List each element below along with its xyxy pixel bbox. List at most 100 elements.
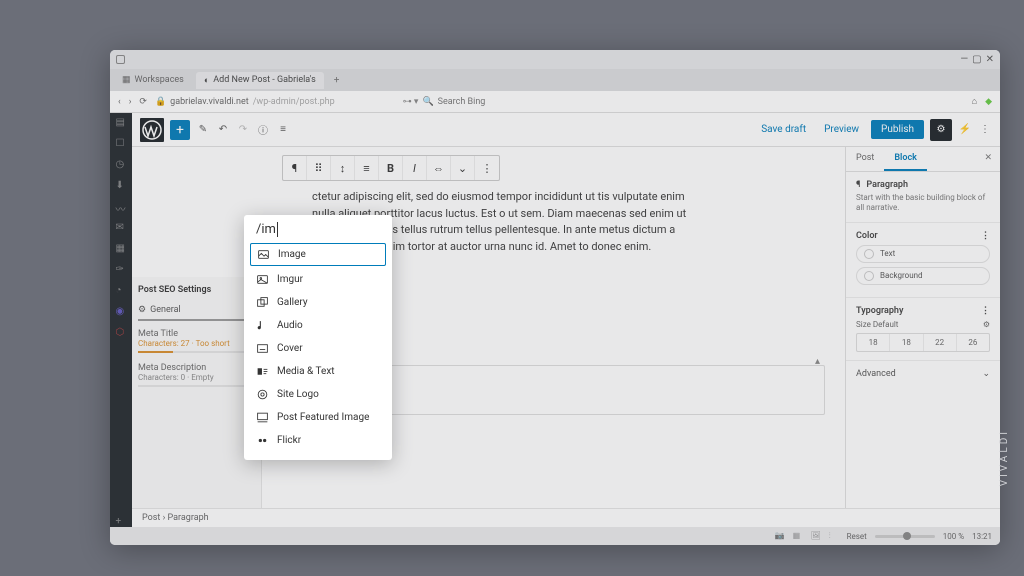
save-draft-button[interactable]: Save draft (755, 124, 812, 135)
move-icon[interactable]: ↕ (331, 156, 355, 180)
tab-active[interactable]: ◐ Add New Post - Gabriela's (196, 72, 324, 89)
browser-status-bar: 📷 ▦ 🖼 ⫶ Reset 100 % 13:21 (110, 527, 1000, 545)
camera-icon[interactable]: 📷 (775, 531, 785, 541)
option-media-text[interactable]: Media & Text (244, 360, 392, 383)
option-audio[interactable]: Audio (244, 314, 392, 337)
typo-options-icon[interactable]: ⋮ (981, 306, 990, 316)
chat-icon[interactable]: ◉ (116, 306, 127, 317)
gallery-icon (256, 296, 269, 309)
image-toggle-icon[interactable]: 🖼 (811, 531, 821, 541)
background-color-button[interactable]: Background (856, 267, 990, 285)
size-settings-icon[interactable]: ⚙ (983, 320, 990, 329)
tile-icon[interactable]: ▦ (793, 531, 803, 541)
home-icon[interactable]: ⌂ (972, 96, 977, 107)
slash-command-input[interactable]: /im (244, 222, 392, 241)
calendar-icon[interactable]: ▦ (116, 243, 127, 254)
window-minimize-icon[interactable]: — (960, 54, 968, 65)
feed-icon[interactable]: ✑ (116, 264, 127, 275)
text-color-button[interactable]: Text (856, 245, 990, 263)
option-imgur[interactable]: Imgur (244, 268, 392, 291)
shield-icon[interactable]: ⬡ (116, 327, 127, 338)
zoom-level: 100 % (943, 532, 964, 541)
preview-button[interactable]: Preview (818, 124, 865, 135)
block-inserter-popup: /im Image Imgur Gallery Audio Cover Medi… (244, 215, 392, 460)
add-block-button[interactable]: + (170, 120, 190, 140)
filter-icon[interactable]: ⫶ (829, 531, 839, 541)
more-formatting-icon[interactable]: ⌄ (451, 156, 475, 180)
zoom-slider[interactable] (875, 535, 935, 538)
imgur-icon (256, 273, 269, 286)
option-cover[interactable]: Cover (244, 337, 392, 360)
seo-panel: Post SEO Settings ⚙ General ‹ Meta Title… (132, 277, 262, 508)
settings-icon[interactable]: ⚙ (930, 119, 952, 141)
mail-icon[interactable]: ✉ (116, 222, 127, 233)
block-options-icon[interactable]: ⋮ (475, 156, 499, 180)
option-flickr[interactable]: Flickr (244, 429, 392, 452)
more-icon[interactable]: ⋮ (978, 123, 992, 137)
clock-icon[interactable]: ◷ (116, 159, 127, 170)
tab-post[interactable]: Post (846, 147, 884, 171)
vivaldi-menu-icon[interactable] (116, 55, 125, 64)
redo-icon[interactable]: ↷ (236, 123, 250, 137)
outline-icon[interactable]: ≡ (276, 123, 290, 137)
breadcrumb[interactable]: Post › Paragraph (132, 508, 1000, 527)
featured-image-icon (256, 411, 269, 424)
add-panel-icon[interactable]: + (116, 516, 127, 527)
vivaldi-watermark: VIVALDI (999, 429, 1010, 486)
wp-logo-icon[interactable] (140, 118, 164, 142)
reset-zoom[interactable]: Reset (847, 532, 867, 541)
font-size-presets[interactable]: 18 18 22 26 (856, 333, 990, 352)
tab-workspaces[interactable]: ▦ Workspaces (114, 72, 192, 88)
flickr-icon (256, 434, 269, 447)
block-toolbar: ¶ ⠿ ↕ ≡ B I ⇔ ⌄ ⋮ (282, 155, 500, 181)
option-featured-image[interactable]: Post Featured Image (244, 406, 392, 429)
window-titlebar: — ▢ ✕ (110, 50, 1000, 69)
seo-tab-general[interactable]: ⚙ General ‹ (138, 301, 255, 321)
download-icon[interactable]: ⬇ (116, 180, 127, 191)
address-bar: ‹ › ⟳ 🔒 gabrielav.vivaldi.net/wp-admin/p… (110, 91, 1000, 113)
option-image[interactable]: Image (250, 243, 386, 266)
color-options-icon[interactable]: ⋮ (981, 231, 990, 241)
clock: 13:21 (972, 532, 992, 541)
advanced-section[interactable]: Advanced⌄ (846, 361, 1000, 387)
image-icon (257, 248, 270, 261)
block-name: ¶ Paragraph (856, 180, 990, 190)
undo-icon[interactable]: ↶ (216, 123, 230, 137)
new-tab-button[interactable]: + (328, 75, 346, 86)
publish-button[interactable]: Publish (871, 120, 924, 139)
italic-button[interactable]: I (403, 156, 427, 180)
jetpack-icon[interactable]: ⚡ (958, 123, 972, 137)
site-logo-icon (256, 388, 269, 401)
meta-desc-label: Meta Description (138, 363, 255, 373)
tab-block[interactable]: Block (884, 147, 927, 171)
search-input[interactable] (438, 97, 964, 107)
search-engine-icon[interactable]: 🔍 (422, 97, 433, 107)
panel-icon[interactable]: ▤ (116, 117, 127, 128)
collapse-icon[interactable]: ▴ (815, 356, 820, 367)
url-display[interactable]: 🔒 gabrielav.vivaldi.net/wp-admin/post.ph… (155, 97, 335, 107)
close-sidebar-icon[interactable]: ✕ (976, 147, 1000, 171)
option-gallery[interactable]: Gallery (244, 291, 392, 314)
nav-forward-icon[interactable]: › (129, 97, 132, 107)
block-settings-sidebar: Post Block ✕ ¶ Paragraph Start with the … (845, 147, 1000, 508)
extension-icon[interactable]: ◆ (985, 97, 992, 107)
window-close-icon[interactable]: ✕ (986, 54, 994, 65)
link-button[interactable]: ⇔ (427, 156, 451, 180)
nav-back-icon[interactable]: ‹ (118, 97, 121, 107)
bookmarks-icon[interactable]: ☐ (116, 138, 127, 149)
block-desc: Start with the basic building block of a… (856, 193, 990, 214)
contacts-icon[interactable]: ◔ (116, 285, 127, 296)
drag-handle-icon[interactable]: ⠿ (307, 156, 331, 180)
seo-panel-title: Post SEO Settings (138, 285, 255, 295)
window-maximize-icon[interactable]: ▢ (972, 54, 981, 65)
tab-strip: ▦ Workspaces ◐ Add New Post - Gabriela's… (110, 69, 1000, 91)
bold-button[interactable]: B (379, 156, 403, 180)
edit-icon[interactable]: ✎ (196, 123, 210, 137)
reload-icon[interactable]: ⟳ (139, 97, 147, 107)
activity-icon[interactable]: 〰 (116, 201, 127, 212)
block-type-icon[interactable]: ¶ (283, 156, 307, 180)
info-icon[interactable]: ⓘ (256, 123, 270, 137)
option-site-logo[interactable]: Site Logo (244, 383, 392, 406)
meta-title-label: Meta Title (138, 329, 255, 339)
align-icon[interactable]: ≡ (355, 156, 379, 180)
